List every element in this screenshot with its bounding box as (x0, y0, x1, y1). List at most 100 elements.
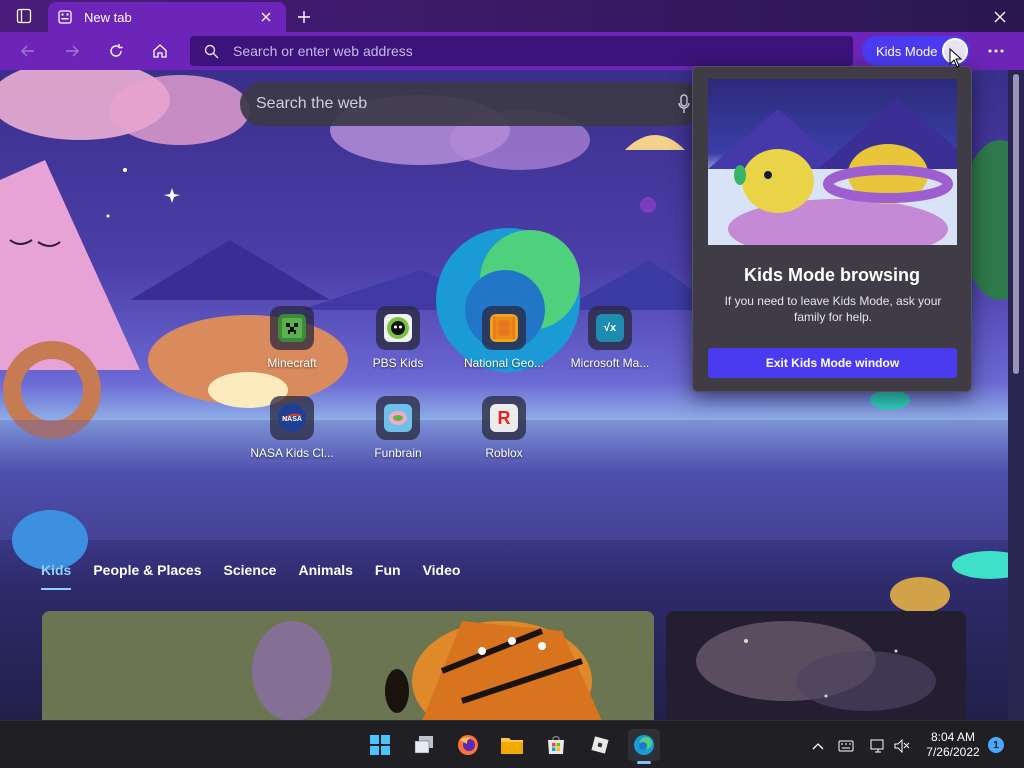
microsoft-store-taskbar-button[interactable] (540, 729, 572, 761)
kids-mode-hero-image (708, 79, 957, 245)
roblox-taskbar-button[interactable] (584, 729, 616, 761)
file-explorer-taskbar-button[interactable] (496, 729, 528, 761)
network-status-button[interactable] (869, 737, 887, 755)
refresh-button[interactable] (102, 37, 130, 65)
web-search-placeholder: Search the web (256, 95, 368, 112)
quick-link-label: Minecraft (267, 356, 317, 370)
close-icon (994, 11, 1006, 23)
back-button[interactable] (14, 37, 42, 65)
quick-link-label: Roblox (485, 446, 523, 460)
settings-and-more-button[interactable] (982, 37, 1010, 65)
microsoft-store-icon (548, 735, 564, 754)
minecraft-icon (278, 314, 306, 342)
address-bar[interactable] (190, 36, 853, 66)
quick-link-roblox[interactable]: R Roblox (462, 396, 546, 460)
start-button[interactable] (364, 729, 396, 761)
pbs-kids-icon (384, 314, 412, 342)
quick-link-label: PBS Kids (372, 356, 424, 370)
new-tab-page-icon (58, 10, 72, 24)
quick-link-tile (482, 306, 526, 350)
quick-link-tile (270, 306, 314, 350)
title-bar: New tab (0, 0, 1024, 32)
nebula-image (666, 611, 966, 720)
system-clock[interactable]: 8:04 AM 7/26/2022 (920, 730, 986, 760)
svg-text:NASA: NASA (282, 416, 302, 423)
quick-link-label: NASA Kids Cl... (250, 446, 334, 460)
arrow-left-icon (21, 45, 34, 57)
tab-people-places[interactable]: People & Places (82, 556, 212, 590)
edge-taskbar-button[interactable] (628, 729, 660, 764)
home-button[interactable] (146, 37, 174, 65)
volume-button[interactable] (893, 737, 911, 755)
chevron-up-icon (812, 743, 824, 750)
scrollbar-thumb[interactable] (1013, 74, 1019, 374)
roblox-icon (591, 736, 609, 754)
firefox-icon (458, 735, 478, 755)
tab-video[interactable]: Video (412, 556, 472, 590)
funbrain-icon (384, 404, 412, 432)
quick-link-pbs-kids[interactable]: PBS Kids (356, 306, 440, 370)
close-tab-button[interactable] (256, 7, 276, 27)
quick-link-label: Microsoft Ma... (570, 356, 650, 370)
windows-start-icon (370, 735, 390, 755)
tab-fun[interactable]: Fun (364, 556, 412, 590)
quick-link-funbrain[interactable]: Funbrain (356, 396, 440, 460)
flyout-title: Kids Mode browsing (743, 265, 920, 285)
web-search-box[interactable]: Search the web (240, 82, 700, 126)
task-view-button[interactable] (408, 729, 440, 761)
quick-link-tile: R (482, 396, 526, 440)
tab-actions-button[interactable] (0, 0, 48, 32)
input-indicator[interactable] (837, 737, 855, 755)
tab-kids[interactable]: Kids (30, 556, 82, 590)
quick-link-label: National Geo... (463, 356, 545, 370)
network-icon (870, 739, 884, 753)
microphone-icon[interactable] (678, 94, 690, 114)
refresh-icon (110, 44, 123, 57)
tab-science[interactable]: Science (213, 556, 288, 590)
search-icon (204, 44, 219, 58)
national-geographic-icon (490, 314, 518, 342)
mouse-cursor-icon (949, 48, 963, 68)
arrow-right-icon (66, 45, 79, 57)
forward-button[interactable] (58, 37, 86, 65)
close-icon (261, 12, 271, 22)
task-view-icon (414, 736, 433, 754)
browser-tab[interactable]: New tab (48, 2, 286, 32)
new-tab-button[interactable] (292, 5, 316, 29)
quick-link-microsoft-math[interactable]: √x Microsoft Ma... (568, 306, 652, 370)
quick-link-label: Funbrain (374, 446, 422, 460)
nasa-icon: NASA (278, 404, 306, 432)
file-explorer-icon (501, 738, 523, 754)
quick-link-minecraft[interactable]: Minecraft (250, 306, 334, 370)
browser-toolbar: Kids Mode (0, 32, 1024, 70)
firefox-taskbar-button[interactable] (452, 729, 484, 761)
clock-time: 8:04 AM (930, 730, 976, 744)
svg-text:R: R (498, 408, 511, 428)
feed-card-butterfly[interactable] (42, 611, 654, 720)
more-horizontal-icon (988, 49, 1004, 53)
page-scrollbar[interactable] (1008, 70, 1024, 720)
clock-date: 7/26/2022 (926, 745, 980, 759)
address-input[interactable] (233, 43, 793, 59)
windows-taskbar: 8:04 AM 7/26/2022 1 (0, 720, 1024, 768)
tab-title: New tab (84, 9, 132, 25)
exit-kids-mode-button[interactable]: Exit Kids Mode window (708, 348, 957, 378)
quick-link-tile: √x (588, 306, 632, 350)
window-close-button[interactable] (988, 5, 1012, 29)
quick-link-national-geographic[interactable]: National Geo... (462, 306, 546, 370)
quick-link-nasa-kids-club[interactable]: NASA NASA Kids Cl... (250, 396, 334, 460)
speaker-muted-icon (894, 739, 910, 753)
roblox-icon: R (490, 404, 518, 432)
tab-animals[interactable]: Animals (287, 556, 363, 590)
kids-mode-label: Kids Mode (876, 43, 938, 59)
notification-badge[interactable]: 1 (988, 737, 1004, 753)
flyout-description: If you need to leave Kids Mode, ask your… (724, 294, 942, 324)
keyboard-icon (838, 740, 854, 752)
feed-card-space[interactable] (666, 611, 966, 720)
microsoft-math-icon: √x (596, 314, 624, 342)
kids-characters-illustration (708, 99, 957, 245)
quick-link-tile: NASA (270, 396, 314, 440)
show-hidden-icons-button[interactable] (809, 737, 827, 755)
feed-category-tabs: Kids People & Places Science Animals Fun… (30, 556, 471, 590)
quick-link-tile (376, 396, 420, 440)
